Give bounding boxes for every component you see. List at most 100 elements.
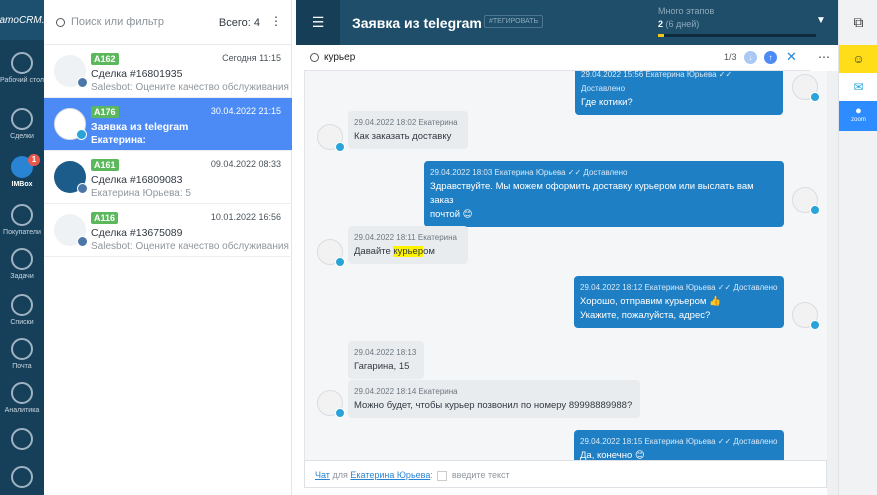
search-highlight: курьер [393, 246, 424, 257]
camera-icon: ● [855, 105, 862, 117]
nav-item-settings[interactable] [0, 428, 44, 453]
nav-item-analytics[interactable]: Аналитика [0, 382, 44, 414]
list-item-selected[interactable]: A176 30.04.2022 21:15 Заявка из telegram… [44, 98, 292, 151]
item-date: 10.01.2022 16:56 [210, 212, 281, 222]
list-search-bar[interactable]: Поиск или фильтр Всего: 4 ⋮ [44, 0, 292, 45]
avatar [54, 55, 88, 88]
avatar [54, 214, 88, 247]
telegram-icon [810, 205, 820, 215]
telegram-icon [335, 257, 345, 267]
lead-tag: A162 [91, 53, 119, 65]
chevron-down-icon[interactable]: ▼ [816, 15, 826, 26]
close-icon[interactable]: ✕ [786, 49, 797, 65]
message-incoming: 29.04.2022 18:13 Гагарина, 15 [348, 341, 424, 379]
item-preview: Екатерина Юрьева: 5 [91, 188, 191, 199]
settings-icon [11, 428, 33, 450]
telegram-icon [335, 142, 345, 152]
chevron-down-icon[interactable] [437, 470, 448, 481]
telegram-icon [810, 92, 820, 102]
amocrm-logo[interactable]: amoCRM. [0, 0, 45, 40]
vk-icon [77, 77, 88, 88]
list-item[interactable]: A116 10.01.2022 16:56 Сделка #13675089 S… [44, 204, 292, 257]
chat-type-link[interactable]: Чат [315, 470, 330, 480]
analytics-icon [11, 382, 33, 404]
search-icon [310, 53, 319, 62]
pipeline-name[interactable]: Много этапов [658, 6, 714, 16]
recipient-link[interactable]: Екатерина Юрьева [350, 470, 430, 480]
avatar [317, 390, 345, 418]
more-options-icon[interactable]: ⋯ [810, 45, 838, 71]
message-incoming: 29.04.2022 18:11 Екатерина Давайте курье… [348, 226, 468, 264]
list-item[interactable]: A161 09.04.2022 08:33 Сделка #16809083 Е… [44, 151, 292, 204]
chat-search-bar: курьер 1/3 ↓ ↑ ✕ [304, 45, 810, 71]
arrow-up-icon[interactable]: ↑ [764, 51, 777, 64]
unread-badge: 1 [28, 154, 40, 166]
message-outgoing: 29.04.2022 18:15 Екатерина Юрьева ✓✓ Дос… [574, 430, 784, 460]
mail-widget-icon[interactable]: ✉ [839, 73, 877, 101]
list-search-input[interactable]: Поиск или фильтр [71, 16, 164, 28]
profile-icon [11, 466, 33, 488]
item-date: 09.04.2022 08:33 [210, 159, 281, 169]
vk-icon [77, 183, 88, 194]
stage-progress-bar [658, 34, 816, 37]
nav-item-leads[interactable]: Сделки [0, 108, 44, 140]
more-options-icon[interactable]: ⋮ [270, 14, 282, 28]
nav-item-lists[interactable]: Списки [0, 294, 44, 326]
arrow-down-icon[interactable]: ↓ [744, 51, 757, 64]
nav-item-tasks[interactable]: Задачи [0, 248, 44, 280]
message-composer[interactable]: Чат для Екатерина Юрьева: введите текст [304, 460, 827, 488]
item-preview: Salesbot: Оцените качество обслуживания [91, 241, 289, 252]
page-title: Заявка из telegram [352, 15, 482, 31]
nav-item-customers[interactable]: Покупатели [0, 204, 44, 236]
zoom-widget-button[interactable]: ● zoom [839, 101, 877, 131]
menu-icon[interactable]: ☰ [296, 0, 340, 45]
search-icon [56, 17, 65, 27]
item-preview: Екатерина: [91, 135, 146, 146]
item-title: Сделка #13675089 [91, 227, 183, 239]
nav-item-profile[interactable] [0, 466, 44, 491]
scrollbar[interactable] [827, 71, 838, 495]
tag-button[interactable]: #ТЕГИРОВАТЬ [484, 15, 544, 28]
item-title: Заявка из telegram [91, 121, 189, 133]
nav-item-mail[interactable]: Почта [0, 338, 44, 370]
item-title: Сделка #16801935 [91, 68, 183, 80]
chat-header: ☰ Заявка из telegram #ТЕГИРОВАТЬ Много э… [296, 0, 838, 45]
item-date: Сегодня 11:15 [222, 53, 281, 63]
chat-feed: 29.04.2022 15:56 Екатерина Юрьева ✓✓ Дос… [304, 71, 827, 460]
nav-item-imbox[interactable]: 1 IMBox [0, 154, 44, 188]
avatar [54, 161, 88, 194]
avatar [792, 187, 820, 215]
dollar-icon [11, 108, 33, 130]
message-outgoing: 29.04.2022 15:56 Екатерина Юрьева ✓✓ Дос… [575, 71, 783, 115]
lead-tag: A161 [91, 159, 119, 171]
new-window-icon[interactable]: ⧉ [839, 0, 877, 45]
chat-search-input[interactable]: курьер [324, 52, 355, 63]
right-toolbar: ⧉ ☺ ✉ ● zoom [838, 0, 877, 495]
item-preview: Salesbot: Оцените качество обслуживания [91, 82, 289, 93]
message-outgoing: 29.04.2022 18:12 Екатерина Юрьева ✓✓ Дос… [574, 276, 784, 328]
list-icon [11, 294, 33, 316]
message-outgoing: 29.04.2022 18:03 Екатерина Юрьева ✓✓ Дос… [424, 161, 784, 227]
left-nav: amoCRM. Рабочий стол Сделки 1 IMBox Покуп… [0, 0, 45, 495]
mailchimp-icon[interactable]: ☺ [839, 45, 877, 73]
mail-icon [11, 338, 33, 360]
total-count: Всего: 4 [218, 17, 260, 29]
message-input[interactable]: введите текст [452, 470, 510, 480]
message-incoming: 29.04.2022 18:02 Екатерина Как заказать … [348, 111, 468, 149]
avatar [792, 302, 820, 330]
telegram-icon [76, 129, 87, 140]
item-title: Сделка #16809083 [91, 174, 183, 186]
vk-icon [77, 236, 88, 247]
lead-tag: A116 [91, 212, 119, 224]
list-item[interactable]: A162 Сегодня 11:15 Сделка #16801935 Sale… [44, 45, 292, 98]
customers-icon [11, 204, 33, 226]
conversation-list-panel: Поиск или фильтр Всего: 4 ⋮ A162 Сегодня… [44, 0, 292, 495]
telegram-icon [335, 408, 345, 418]
telegram-icon [810, 320, 820, 330]
avatar [54, 108, 87, 140]
nav-item-dashboard[interactable]: Рабочий стол [0, 52, 44, 84]
check-icon [11, 248, 33, 270]
avatar [317, 239, 345, 267]
stage-progress-fill [658, 34, 664, 37]
message-incoming: 29.04.2022 18:14 Екатерина Можно будет, … [348, 380, 640, 418]
